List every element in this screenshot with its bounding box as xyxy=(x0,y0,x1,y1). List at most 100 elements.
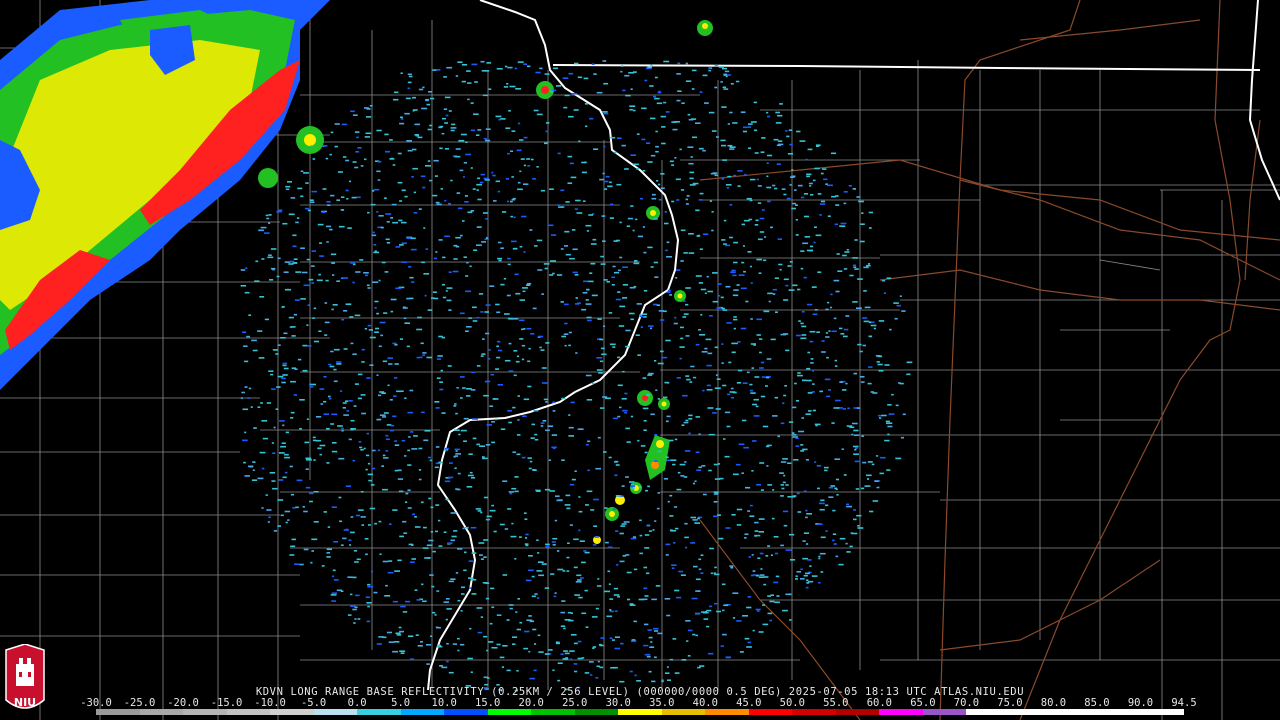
echo-speck xyxy=(243,461,246,464)
echo-speck xyxy=(667,679,671,681)
echo-speck xyxy=(327,204,331,206)
echo-speck xyxy=(444,122,448,124)
echo-speck xyxy=(622,297,628,299)
echo-speck xyxy=(495,115,502,118)
echo-speck xyxy=(770,594,774,596)
echo-speck xyxy=(311,538,318,541)
echo-speck xyxy=(326,201,331,203)
echo-speck xyxy=(639,534,643,537)
echo-speck xyxy=(593,525,597,527)
radar-map xyxy=(0,0,1280,720)
echo-speck xyxy=(324,321,330,324)
echo-speck xyxy=(306,345,312,347)
echo-speck xyxy=(467,474,474,477)
echo-speck xyxy=(760,489,764,491)
echo-speck xyxy=(364,158,367,161)
echo-speck xyxy=(648,670,652,673)
echo-speck xyxy=(480,311,484,313)
echo-speck xyxy=(647,374,653,376)
echo-speck xyxy=(516,670,519,672)
echo-speck xyxy=(378,520,382,523)
echo-speck xyxy=(842,408,846,410)
echo-speck xyxy=(632,229,635,232)
echo-speck xyxy=(507,152,510,155)
echo-speck xyxy=(240,397,243,399)
echo-speck xyxy=(688,418,693,420)
echo-speck xyxy=(364,274,369,277)
echo-speck xyxy=(423,526,427,529)
color-bar-segment xyxy=(183,709,227,715)
echo-speck xyxy=(479,181,484,184)
echo-speck xyxy=(447,542,453,544)
echo-speck xyxy=(537,634,541,637)
echo-speck xyxy=(457,599,461,602)
echo-speck xyxy=(503,277,507,280)
echo-speck xyxy=(704,292,707,295)
echo-speck xyxy=(360,394,366,396)
echo-speck xyxy=(654,276,659,278)
echo-speck xyxy=(466,486,473,488)
echo-speck xyxy=(296,479,303,482)
echo-speck xyxy=(776,595,780,597)
echo-speck xyxy=(596,369,603,371)
echo-speck xyxy=(660,115,666,118)
echo-speck xyxy=(643,290,648,292)
echo-speck xyxy=(386,631,392,634)
echo-speck xyxy=(818,555,821,558)
echo-speck xyxy=(583,550,587,552)
echo-speck xyxy=(521,358,525,361)
echo-speck xyxy=(852,188,856,190)
echo-speck xyxy=(861,212,864,214)
echo-speck xyxy=(615,530,619,532)
echo-speck xyxy=(655,130,658,133)
echo-speck xyxy=(666,241,670,244)
echo-speck xyxy=(711,130,717,132)
echo-speck xyxy=(774,277,779,279)
echo-speck xyxy=(667,289,671,292)
echo-speck xyxy=(651,197,657,200)
echo-speck xyxy=(720,645,724,647)
echo-speck xyxy=(290,417,294,419)
echo-speck xyxy=(438,239,443,241)
echo-speck xyxy=(760,395,766,398)
echo-speck xyxy=(425,248,429,250)
echo-speck xyxy=(470,526,477,529)
echo-speck xyxy=(288,213,295,216)
echo-speck xyxy=(763,310,770,313)
echo-speck xyxy=(671,200,675,203)
echo-speck xyxy=(760,568,763,570)
echo-speck xyxy=(693,482,696,485)
echo-speck xyxy=(773,581,779,584)
echo-speck xyxy=(350,419,355,422)
echo-speck xyxy=(834,458,841,460)
echo-speck xyxy=(408,75,413,78)
echo-speck xyxy=(860,381,865,383)
echo-speck xyxy=(453,244,458,247)
echo-speck xyxy=(647,629,653,631)
echo-speck xyxy=(448,309,452,311)
echo-speck xyxy=(597,578,600,580)
echo-speck xyxy=(585,224,592,227)
echo-speck xyxy=(476,316,480,319)
echo-speck xyxy=(277,525,281,527)
scale-tick-label: 45.0 xyxy=(736,697,762,709)
echo-speck xyxy=(345,528,349,531)
echo-speck xyxy=(657,632,663,635)
echo-speck xyxy=(676,73,681,75)
echo-speck xyxy=(528,650,531,653)
echo-speck xyxy=(258,357,265,359)
echo-speck xyxy=(318,330,322,332)
echo-speck xyxy=(502,480,508,482)
echo-speck xyxy=(599,178,605,181)
echo-speck xyxy=(532,307,537,310)
echo-speck xyxy=(350,428,354,431)
echo-speck xyxy=(252,349,258,352)
echo-speck xyxy=(714,602,718,605)
echo-speck xyxy=(543,398,549,401)
echo-speck xyxy=(435,626,438,629)
echo-speck xyxy=(478,542,485,544)
echo-speck xyxy=(812,370,815,372)
echo-speck xyxy=(285,521,288,524)
echo-speck xyxy=(560,301,564,303)
echo-speck xyxy=(244,291,250,294)
